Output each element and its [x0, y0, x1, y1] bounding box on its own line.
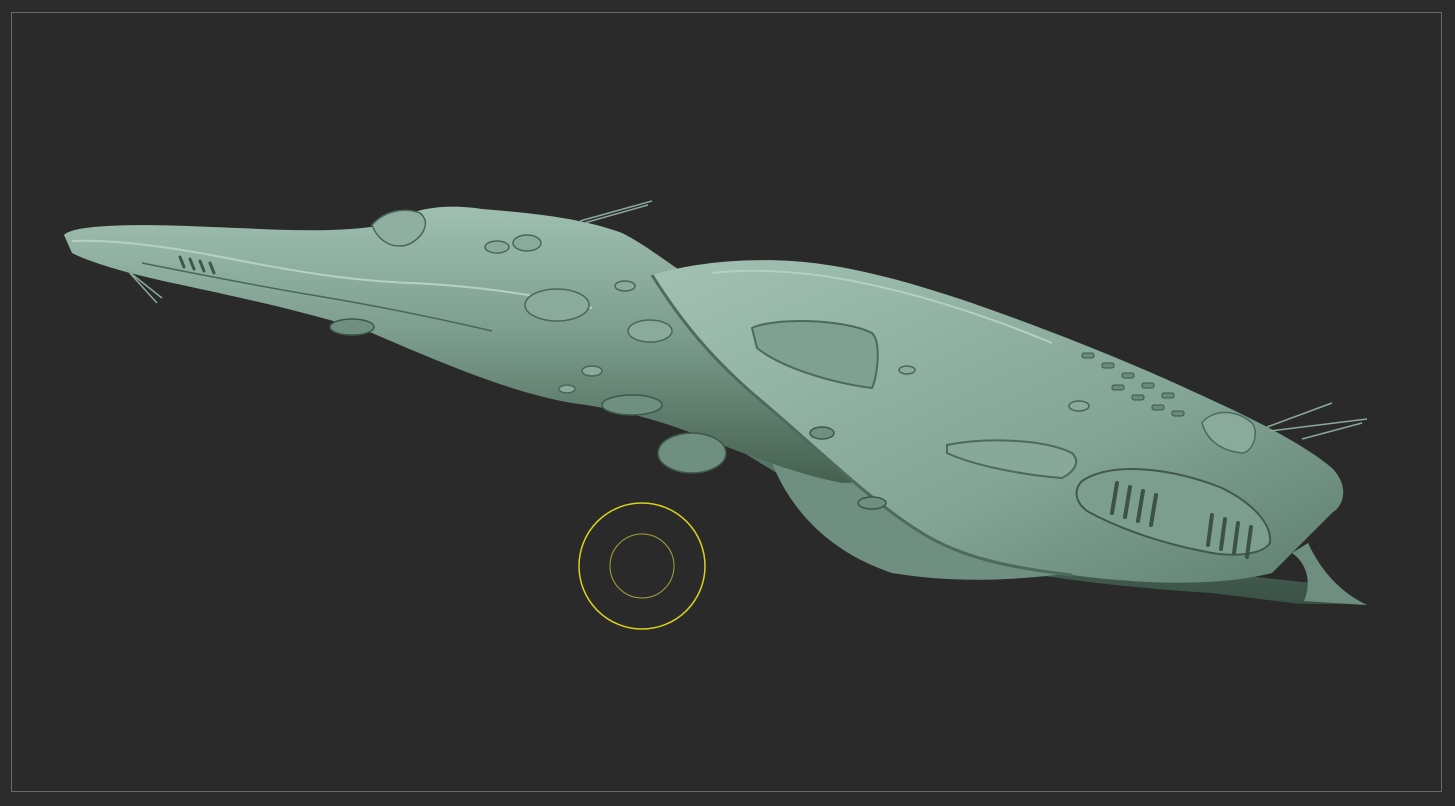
brush-outer-ring	[578, 502, 706, 630]
brush-cursor[interactable]	[578, 502, 706, 630]
spaceship-model[interactable]	[12, 13, 1442, 792]
brush-inner-ring	[609, 533, 675, 599]
zbrush-document-area	[0, 0, 1455, 806]
viewport-canvas[interactable]	[11, 12, 1442, 792]
